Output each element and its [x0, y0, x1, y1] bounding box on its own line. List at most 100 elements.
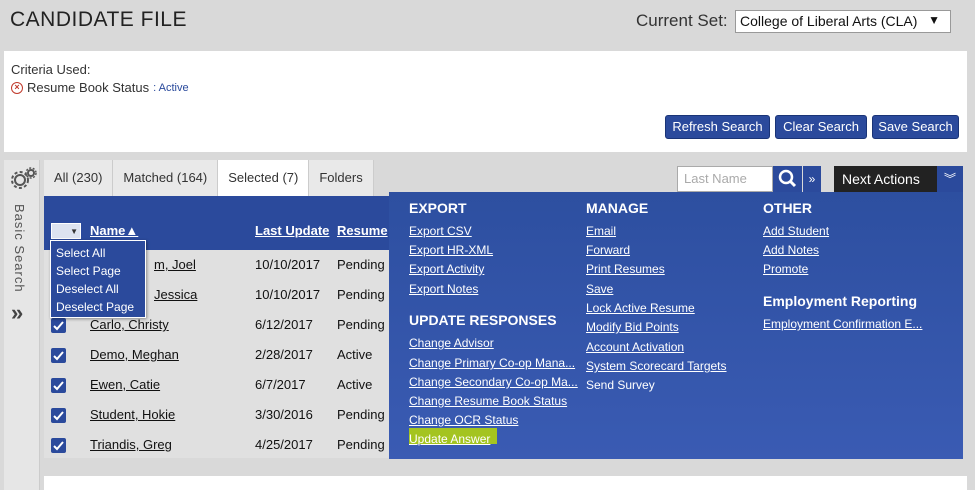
criteria-panel: Criteria Used: × Resume Book Status : Ac…	[4, 51, 967, 152]
search-button[interactable]	[773, 166, 802, 192]
menu-item-select-page[interactable]: Select Page	[56, 264, 121, 278]
action-add-student[interactable]: Add Student	[763, 224, 829, 238]
resume-status: Pending	[337, 437, 385, 452]
tab-all[interactable]: All (230)	[44, 160, 114, 196]
double-chevron-down-icon: ︾	[943, 172, 956, 186]
candidate-table: ▼ Name▲ Last Update Resume m, Joel 10/10…	[44, 196, 389, 458]
last-update: 3/30/2016	[255, 407, 313, 422]
action-lock-active-resume[interactable]: Lock Active Resume	[586, 301, 695, 315]
resume-status: Pending	[337, 407, 385, 422]
select-all-checkbox[interactable]: ▼	[51, 223, 81, 239]
next-actions-button[interactable]: Next Actions	[834, 166, 937, 192]
last-update: 6/7/2017	[255, 377, 306, 392]
column-name[interactable]: Name▲	[90, 223, 138, 238]
tab-selected[interactable]: Selected (7)	[218, 160, 310, 196]
tab-folders[interactable]: Folders	[309, 160, 374, 196]
action-employment-confirmation[interactable]: Employment Confirmation E...	[763, 317, 922, 331]
last-update: 2/28/2017	[255, 347, 313, 362]
action-export-activity[interactable]: Export Activity	[409, 262, 484, 276]
double-chevron-right-icon: »	[808, 172, 816, 186]
action-send-survey[interactable]: Send Survey	[586, 378, 655, 392]
row-checkbox[interactable]	[51, 438, 66, 453]
menu-item-deselect-all[interactable]: Deselect All	[56, 282, 119, 296]
action-export-notes[interactable]: Export Notes	[409, 282, 478, 296]
left-rail: Basic Search »	[4, 160, 40, 490]
candidate-name-link[interactable]: Student, Hokie	[90, 407, 175, 422]
next-actions-toggle[interactable]: ︾	[937, 166, 963, 192]
expand-search-button[interactable]: »	[803, 166, 821, 192]
action-export-csv[interactable]: Export CSV	[409, 224, 472, 238]
last-update: 4/25/2017	[255, 437, 313, 452]
menu-item-deselect-page[interactable]: Deselect Page	[56, 300, 134, 314]
action-add-notes[interactable]: Add Notes	[763, 243, 819, 257]
current-set-select[interactable]: College of Liberal Arts (CLA) ▼	[735, 10, 951, 33]
criteria-item-label: Resume Book Status	[27, 80, 150, 95]
column-resume[interactable]: Resume	[337, 223, 388, 238]
candidate-name-link[interactable]: Carlo, Christy	[90, 317, 169, 332]
row-checkbox[interactable]	[51, 408, 66, 423]
expand-rail-icon[interactable]: »	[11, 300, 23, 326]
row-checkbox[interactable]	[51, 348, 66, 363]
action-email[interactable]: Email	[586, 224, 616, 238]
save-search-button[interactable]: Save Search	[872, 115, 959, 139]
export-heading: EXPORT	[409, 200, 467, 216]
action-change-secondary-coop[interactable]: Change Secondary Co-op Ma...	[409, 375, 578, 389]
action-update-answer[interactable]: Update Answer	[409, 432, 490, 446]
criteria-label: Criteria Used:	[11, 62, 91, 77]
clear-search-button[interactable]: Clear Search	[775, 115, 867, 139]
dropdown-arrow-icon: ▼	[928, 13, 940, 27]
criteria-item: × Resume Book Status : Active	[11, 80, 189, 95]
action-change-primary-coop[interactable]: Change Primary Co-op Mana...	[409, 356, 575, 370]
other-heading: OTHER	[763, 200, 812, 216]
remove-criteria-icon[interactable]: ×	[11, 81, 23, 94]
basic-search-tab[interactable]: Basic Search	[12, 204, 27, 293]
action-export-hr-xml[interactable]: Export HR-XML	[409, 243, 493, 257]
candidate-name-link[interactable]: m, Joel	[154, 257, 196, 272]
refresh-search-button[interactable]: Refresh Search	[665, 115, 770, 139]
action-modify-bid-points[interactable]: Modify Bid Points	[586, 320, 679, 334]
action-account-activation[interactable]: Account Activation	[586, 340, 684, 354]
caret-down-icon: ▼	[70, 227, 78, 236]
action-change-advisor[interactable]: Change Advisor	[409, 336, 494, 350]
gear-icon[interactable]	[9, 166, 37, 192]
action-promote[interactable]: Promote	[763, 262, 808, 276]
table-row: Triandis, Greg 4/25/2017 Pending	[44, 430, 389, 460]
last-update: 10/10/2017	[255, 287, 321, 302]
criteria-item-value: : Active	[153, 81, 189, 94]
employment-reporting-heading: Employment Reporting	[763, 293, 918, 309]
resume-status: Active	[337, 377, 373, 392]
menu-item-select-all[interactable]: Select All	[56, 246, 105, 260]
action-system-scorecard-targets[interactable]: System Scorecard Targets	[586, 359, 727, 373]
resume-status: Pending	[337, 257, 385, 272]
candidate-name-link[interactable]: Triandis, Greg	[90, 437, 172, 452]
action-print-resumes[interactable]: Print Resumes	[586, 262, 665, 276]
current-set-label: Current Set:	[636, 11, 728, 30]
last-name-search-input[interactable]: Last Name	[677, 166, 773, 192]
table-row: Ewen, Catie 6/7/2017 Active	[44, 370, 389, 400]
row-checkbox[interactable]	[51, 318, 66, 333]
candidate-name-link[interactable]: Jessica	[154, 287, 197, 302]
page-title: CANDIDATE FILE	[10, 8, 187, 31]
action-change-resume-book-status[interactable]: Change Resume Book Status	[409, 394, 567, 408]
tab-matched[interactable]: Matched (164)	[113, 160, 219, 196]
search-icon	[778, 169, 797, 188]
manage-heading: MANAGE	[586, 200, 649, 216]
row-checkbox[interactable]	[51, 378, 66, 393]
action-save[interactable]: Save	[586, 282, 613, 296]
bottom-bar	[44, 476, 967, 490]
candidate-name-link[interactable]: Demo, Meghan	[90, 347, 179, 362]
table-row: Demo, Meghan 2/28/2017 Active	[44, 340, 389, 370]
resume-status: Pending	[337, 317, 385, 332]
candidate-name-link[interactable]: Ewen, Catie	[90, 377, 160, 392]
resume-status: Pending	[337, 287, 385, 302]
last-update: 6/12/2017	[255, 317, 313, 332]
action-forward[interactable]: Forward	[586, 243, 630, 257]
table-row: Student, Hokie 3/30/2016 Pending	[44, 400, 389, 430]
update-responses-heading: UPDATE RESPONSES	[409, 312, 557, 328]
resume-status: Active	[337, 347, 373, 362]
current-set-value: College of Liberal Arts (CLA)	[740, 13, 918, 29]
action-change-ocr-status[interactable]: Change OCR Status	[409, 413, 518, 427]
last-update: 10/10/2017	[255, 257, 321, 272]
column-last-update[interactable]: Last Update	[255, 223, 329, 238]
select-dropdown-menu: Select All Select Page Deselect All Dese…	[50, 240, 146, 318]
